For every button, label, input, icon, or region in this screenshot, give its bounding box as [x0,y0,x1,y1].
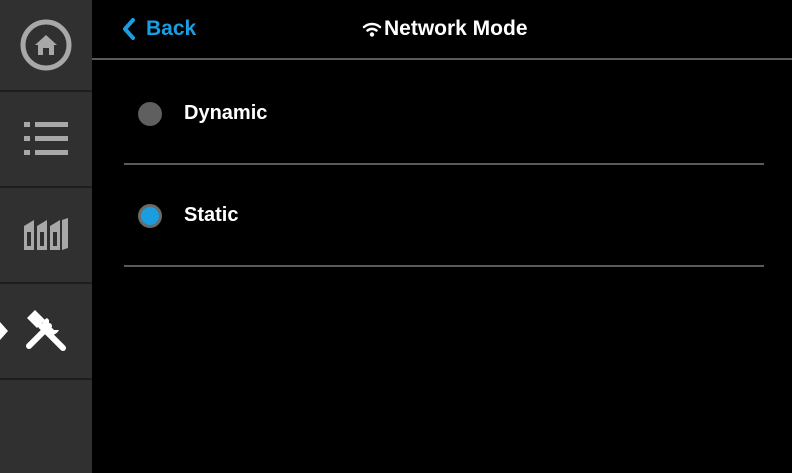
option-dynamic[interactable]: Dynamic [124,63,764,165]
radio-selected-icon[interactable] [138,204,162,228]
home-icon [20,19,72,71]
page-title-text: Network Mode [384,17,528,40]
sidebar [0,0,92,473]
radio-unselected-icon[interactable] [138,102,162,126]
tools-icon [26,310,66,351]
page-title: Network Mode [362,14,528,44]
wifi-icon [362,22,382,37]
back-button[interactable]: Back [122,14,196,44]
option-label: Dynamic [184,102,268,124]
option-label: Static [184,204,239,226]
header: Back Network Mode [92,0,792,60]
chevron-left-icon [123,18,135,40]
active-indicator-icon [0,322,8,340]
list-icon [24,122,68,155]
app-window: Back Network Mode Dynamic Static [0,0,792,473]
sidebar-item-home[interactable] [0,0,92,92]
materials-icon [24,218,68,250]
sidebar-item-list[interactable] [0,92,92,188]
sidebar-item-tools[interactable] [0,284,92,380]
option-static[interactable]: Static [124,165,764,267]
back-button-label: Back [146,17,197,40]
sidebar-item-materials[interactable] [0,188,92,284]
